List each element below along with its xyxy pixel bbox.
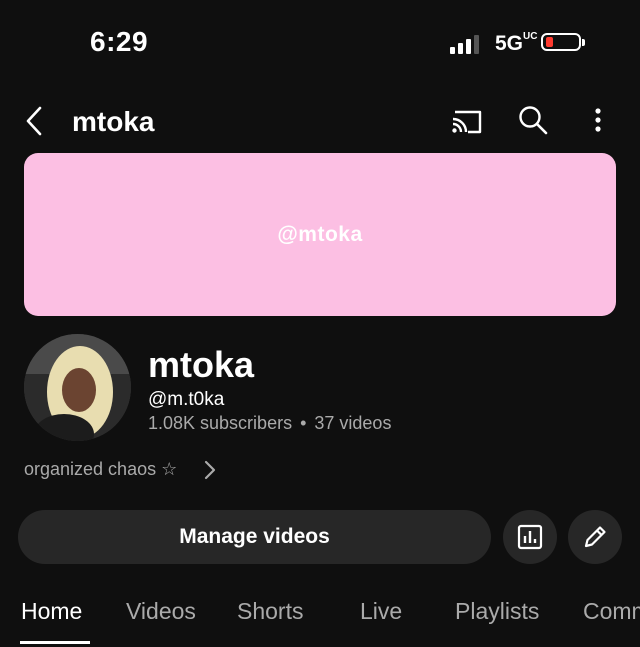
channel-stats: 1.08K subscribers • 37 videos	[148, 413, 391, 434]
page-title: mtoka	[72, 106, 155, 137]
channel-banner[interactable]: @mtoka	[24, 153, 616, 316]
banner-text: @mtoka	[277, 222, 363, 246]
signal-icon	[450, 34, 480, 54]
video-count: 37 videos	[314, 413, 392, 433]
search-icon[interactable]	[517, 104, 549, 136]
back-icon[interactable]	[22, 104, 50, 138]
tab-community[interactable]: Comm	[583, 598, 640, 625]
subscriber-count: 1.08K subscribers	[148, 413, 293, 433]
manage-videos-button[interactable]: Manage videos	[18, 510, 491, 564]
edit-icon	[584, 526, 606, 548]
tab-live[interactable]: Live	[360, 598, 402, 625]
analytics-icon	[517, 524, 543, 550]
tab-videos[interactable]: Videos	[126, 598, 196, 625]
network-suffix: UC	[523, 31, 538, 42]
tab-shorts[interactable]: Shorts	[237, 598, 303, 625]
network-indicator: 5GUC	[495, 32, 537, 56]
cast-icon[interactable]	[450, 106, 484, 136]
avatar[interactable]	[24, 334, 131, 441]
edit-button[interactable]	[568, 510, 622, 564]
chevron-right-icon[interactable]	[200, 458, 220, 482]
network-label: 5G	[495, 32, 524, 55]
channel-description[interactable]: organized chaos ☆	[24, 459, 177, 480]
active-tab-indicator	[20, 641, 90, 644]
more-icon[interactable]	[588, 104, 608, 136]
stats-separator: •	[300, 413, 307, 433]
tab-playlists[interactable]: Playlists	[455, 598, 539, 625]
channel-name: mtoka	[148, 344, 255, 385]
channel-handle: @m.t0ka	[148, 389, 225, 410]
analytics-button[interactable]	[503, 510, 557, 564]
tab-home[interactable]: Home	[21, 598, 82, 625]
status-time: 6:29	[90, 26, 149, 57]
battery-icon	[541, 33, 585, 51]
